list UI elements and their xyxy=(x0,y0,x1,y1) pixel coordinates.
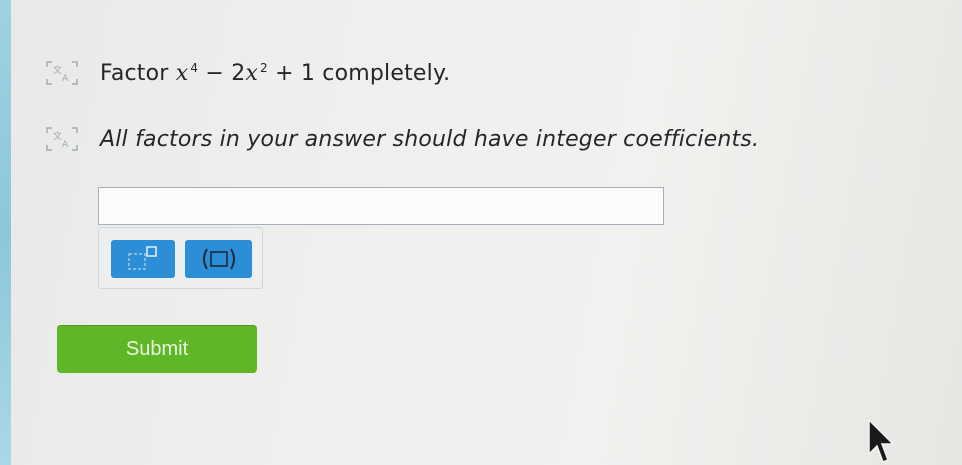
question-prefix: Factor xyxy=(100,60,169,86)
superscript-button[interactable] xyxy=(111,240,175,278)
question-variable-x: x xyxy=(175,60,189,86)
superscript-template-icon xyxy=(128,246,157,270)
question-variable-x2: x xyxy=(245,60,259,86)
question-exponent-4: 4 xyxy=(190,60,199,75)
mouse-cursor-icon xyxy=(868,418,895,463)
question-text: Factor x4 − 2x 2 + 1 completely. xyxy=(100,61,450,86)
svg-text:A: A xyxy=(62,140,69,150)
question-middle-term: − 2 xyxy=(205,60,246,86)
translate-icon[interactable]: 文 A xyxy=(44,58,80,88)
question-suffix: + 1 completely. xyxy=(275,60,451,86)
instruction-text: All factors in your answer should have i… xyxy=(100,126,760,152)
question-row: 文 A Factor x4 − 2x 2 + 1 completely. xyxy=(44,58,450,88)
submit-button[interactable]: Submit xyxy=(57,325,257,373)
instruction-row: 文 A All factors in your answer should ha… xyxy=(44,124,759,154)
math-toolbar xyxy=(98,227,263,289)
svg-text:文: 文 xyxy=(53,64,62,76)
translate-icon[interactable]: 文 A xyxy=(44,124,80,154)
answer-input[interactable] xyxy=(98,187,664,225)
parentheses-button[interactable] xyxy=(185,240,252,278)
window-left-edge xyxy=(0,0,11,465)
question-exponent-2: 2 xyxy=(260,60,268,75)
svg-text:A: A xyxy=(62,74,69,84)
parentheses-template-icon xyxy=(202,248,235,270)
svg-text:文: 文 xyxy=(53,130,62,142)
